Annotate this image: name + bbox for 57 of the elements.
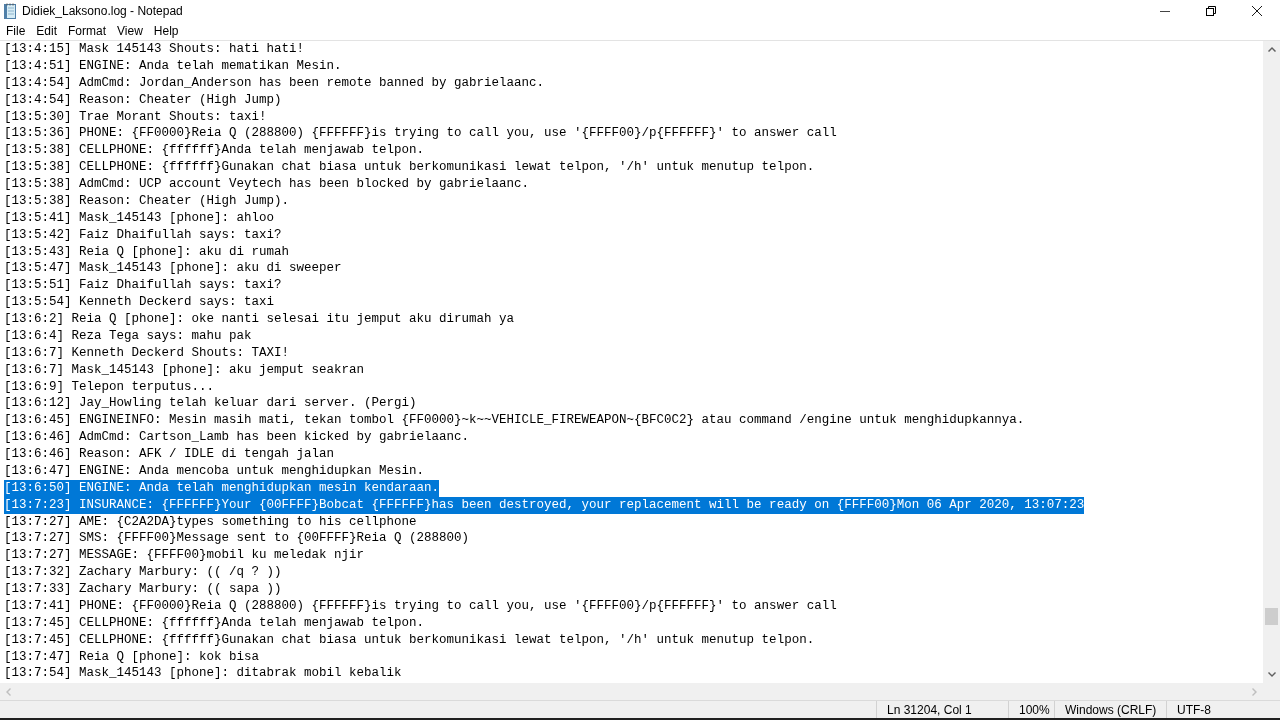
chevron-left-icon[interactable]	[6, 687, 11, 696]
log-line: [13:6:9] Telepon terputus...	[4, 378, 215, 396]
chevron-right-icon[interactable]	[1252, 687, 1257, 696]
log-line: [13:5:54] Kenneth Deckerd says: taxi	[4, 294, 275, 311]
log-line: [13:7:41] PHONE: {FF0000}Reia Q (288800) {FFFFFF}is trying to call you, use '{FFFF00}/p{FFFFFF}' to answer call	[4, 597, 837, 615]
log-line: [13:4:15] Mask 145143 Shouts: hati hati!	[4, 41, 305, 58]
menu-item[interactable]: Help	[147, 23, 184, 39]
log-line: [13:6:46] Reason: AFK / IDLE di tengah jalan	[4, 446, 335, 463]
log-line: [13:4:54] AdmCmd: Jordan_Anderson has been remote banned by gabrielaanc.	[4, 74, 545, 92]
log-line: [13:5:41] Mask_145143 [phone]: ahloo	[4, 209, 275, 227]
menu-item[interactable]: Format	[62, 23, 112, 39]
log-line: [13:7:27] SMS: {FFFF00}Message sent to {00FFFF}Reia Q (288800)	[4, 530, 470, 548]
log-line: [13:7:45] CELLPHONE: {ffffff}Anda telah menjawab telpon.	[4, 614, 425, 632]
log-line: [13:4:51] ENGINE: Anda telah mematikan Mesin.	[4, 57, 342, 75]
log-line: [13:7:27] AME: {C2A2DA}types something to his cellphone	[4, 513, 417, 531]
log-line: [13:7:45] CELLPHONE: {ffffff}Gunakan chat biasa untuk berkomunikasi lewat telpon, '/h' untuk menutup telpon.	[4, 631, 815, 649]
log-line: [13:7:33] Zachary Marbury: (( sapa ))	[4, 581, 282, 598]
close-icon	[1252, 6, 1262, 16]
log-line: [13:5:38] Reason: Cheater (High Jump).	[4, 192, 290, 210]
log-line: [13:5:42] Faiz Dhaifullah says: taxi?	[4, 226, 282, 244]
log-line: [13:5:38] AdmCmd: UCP account Veytech has been blocked by gabrielaanc.	[4, 176, 530, 193]
vertical-scrollbar[interactable]	[1263, 41, 1280, 683]
log-line: [13:7:32] Zachary Marbury: (( /q ? ))	[4, 564, 282, 581]
log-line: [13:6:12] Jay_Howling telah keluar dari server. (Pergi)	[4, 395, 417, 413]
log-line: [13:5:38] CELLPHONE: {ffffff}Anda telah menjawab telpon.	[4, 142, 425, 160]
status-text: 100%	[1019, 702, 1050, 717]
log-line: [13:5:36] PHONE: {FF0000}Reia Q (288800) {FFFFFF}is trying to call you, use '{FFFF00}/p{FFFFFF}' to answer call	[4, 125, 837, 143]
chevron-up-icon[interactable]	[1267, 47, 1276, 52]
log-line: [13:6:2] Reia Q [phone]: oke nanti selesai itu jemput aku dirumah ya	[4, 311, 515, 328]
status-text: Ln 31204, Col 1	[887, 702, 972, 717]
minimize-icon	[1160, 10, 1170, 12]
chevron-down-icon[interactable]	[1267, 672, 1276, 677]
log-line: [13:6:4] Reza Tega says: mahu pak	[4, 327, 252, 345]
log-line: [13:5:43] Reia Q [phone]: aku di rumah	[4, 243, 290, 261]
menu-item[interactable]: Edit	[30, 23, 63, 39]
log-line: [13:7:47] Reia Q [phone]: kok bisa	[4, 648, 260, 666]
log-line: [13:5:51] Faiz Dhaifullah says: taxi?	[4, 277, 282, 295]
scrollbar-thumb[interactable]	[1265, 608, 1278, 625]
log-line: [13:6:45] ENGINEINFO: Mesin masih mati, tekan tombol {FF0000}~k~~VEHICLE_FIREWEAPON~{BFC0C2} atau command /engine untuk menghidupkannya.	[4, 412, 1025, 430]
notepad-icon	[3, 3, 17, 19]
menu-item[interactable]: View	[111, 23, 148, 39]
log-line: [13:5:30] Trae Morant Shouts: taxi!	[4, 108, 267, 126]
log-line: [13:5:47] Mask_145143 [phone]: aku di sweeper	[4, 260, 342, 278]
restore-icon	[1206, 6, 1216, 16]
status-text: Windows (CRLF)	[1065, 702, 1157, 717]
log-line: [13:6:7] Kenneth Deckerd Shouts: TAXI!	[4, 344, 290, 362]
log-line: [13:7:54] Mask_145143 [phone]: ditabrak mobil kebalik	[4, 665, 402, 683]
log-line: [13:6:7] Mask_145143 [phone]: aku jemput seakran	[4, 361, 365, 379]
log-line: [13:7:27] MESSAGE: {FFFF00}mobil ku meledak njir	[4, 547, 365, 565]
window-title: Didiek_Laksono.log - Notepad	[22, 4, 183, 18]
log-line: [13:6:46] AdmCmd: Cartson_Lamb has been kicked by gabrielaanc.	[4, 429, 470, 446]
status-text: UTF-8	[1177, 702, 1211, 717]
log-line: [13:4:54] Reason: Cheater (High Jump)	[4, 91, 282, 109]
log-line: [13:5:38] CELLPHONE: {ffffff}Gunakan chat biasa untuk berkomunikasi lewat telpon, '/h' untuk menutup telpon.	[4, 159, 815, 176]
log-line: [13:6:47] ENGINE: Anda mencoba untuk menghidupkan Mesin.	[4, 462, 425, 480]
horizontal-scrollbar[interactable]	[0, 683, 1263, 700]
menu-item[interactable]: File	[0, 23, 31, 39]
